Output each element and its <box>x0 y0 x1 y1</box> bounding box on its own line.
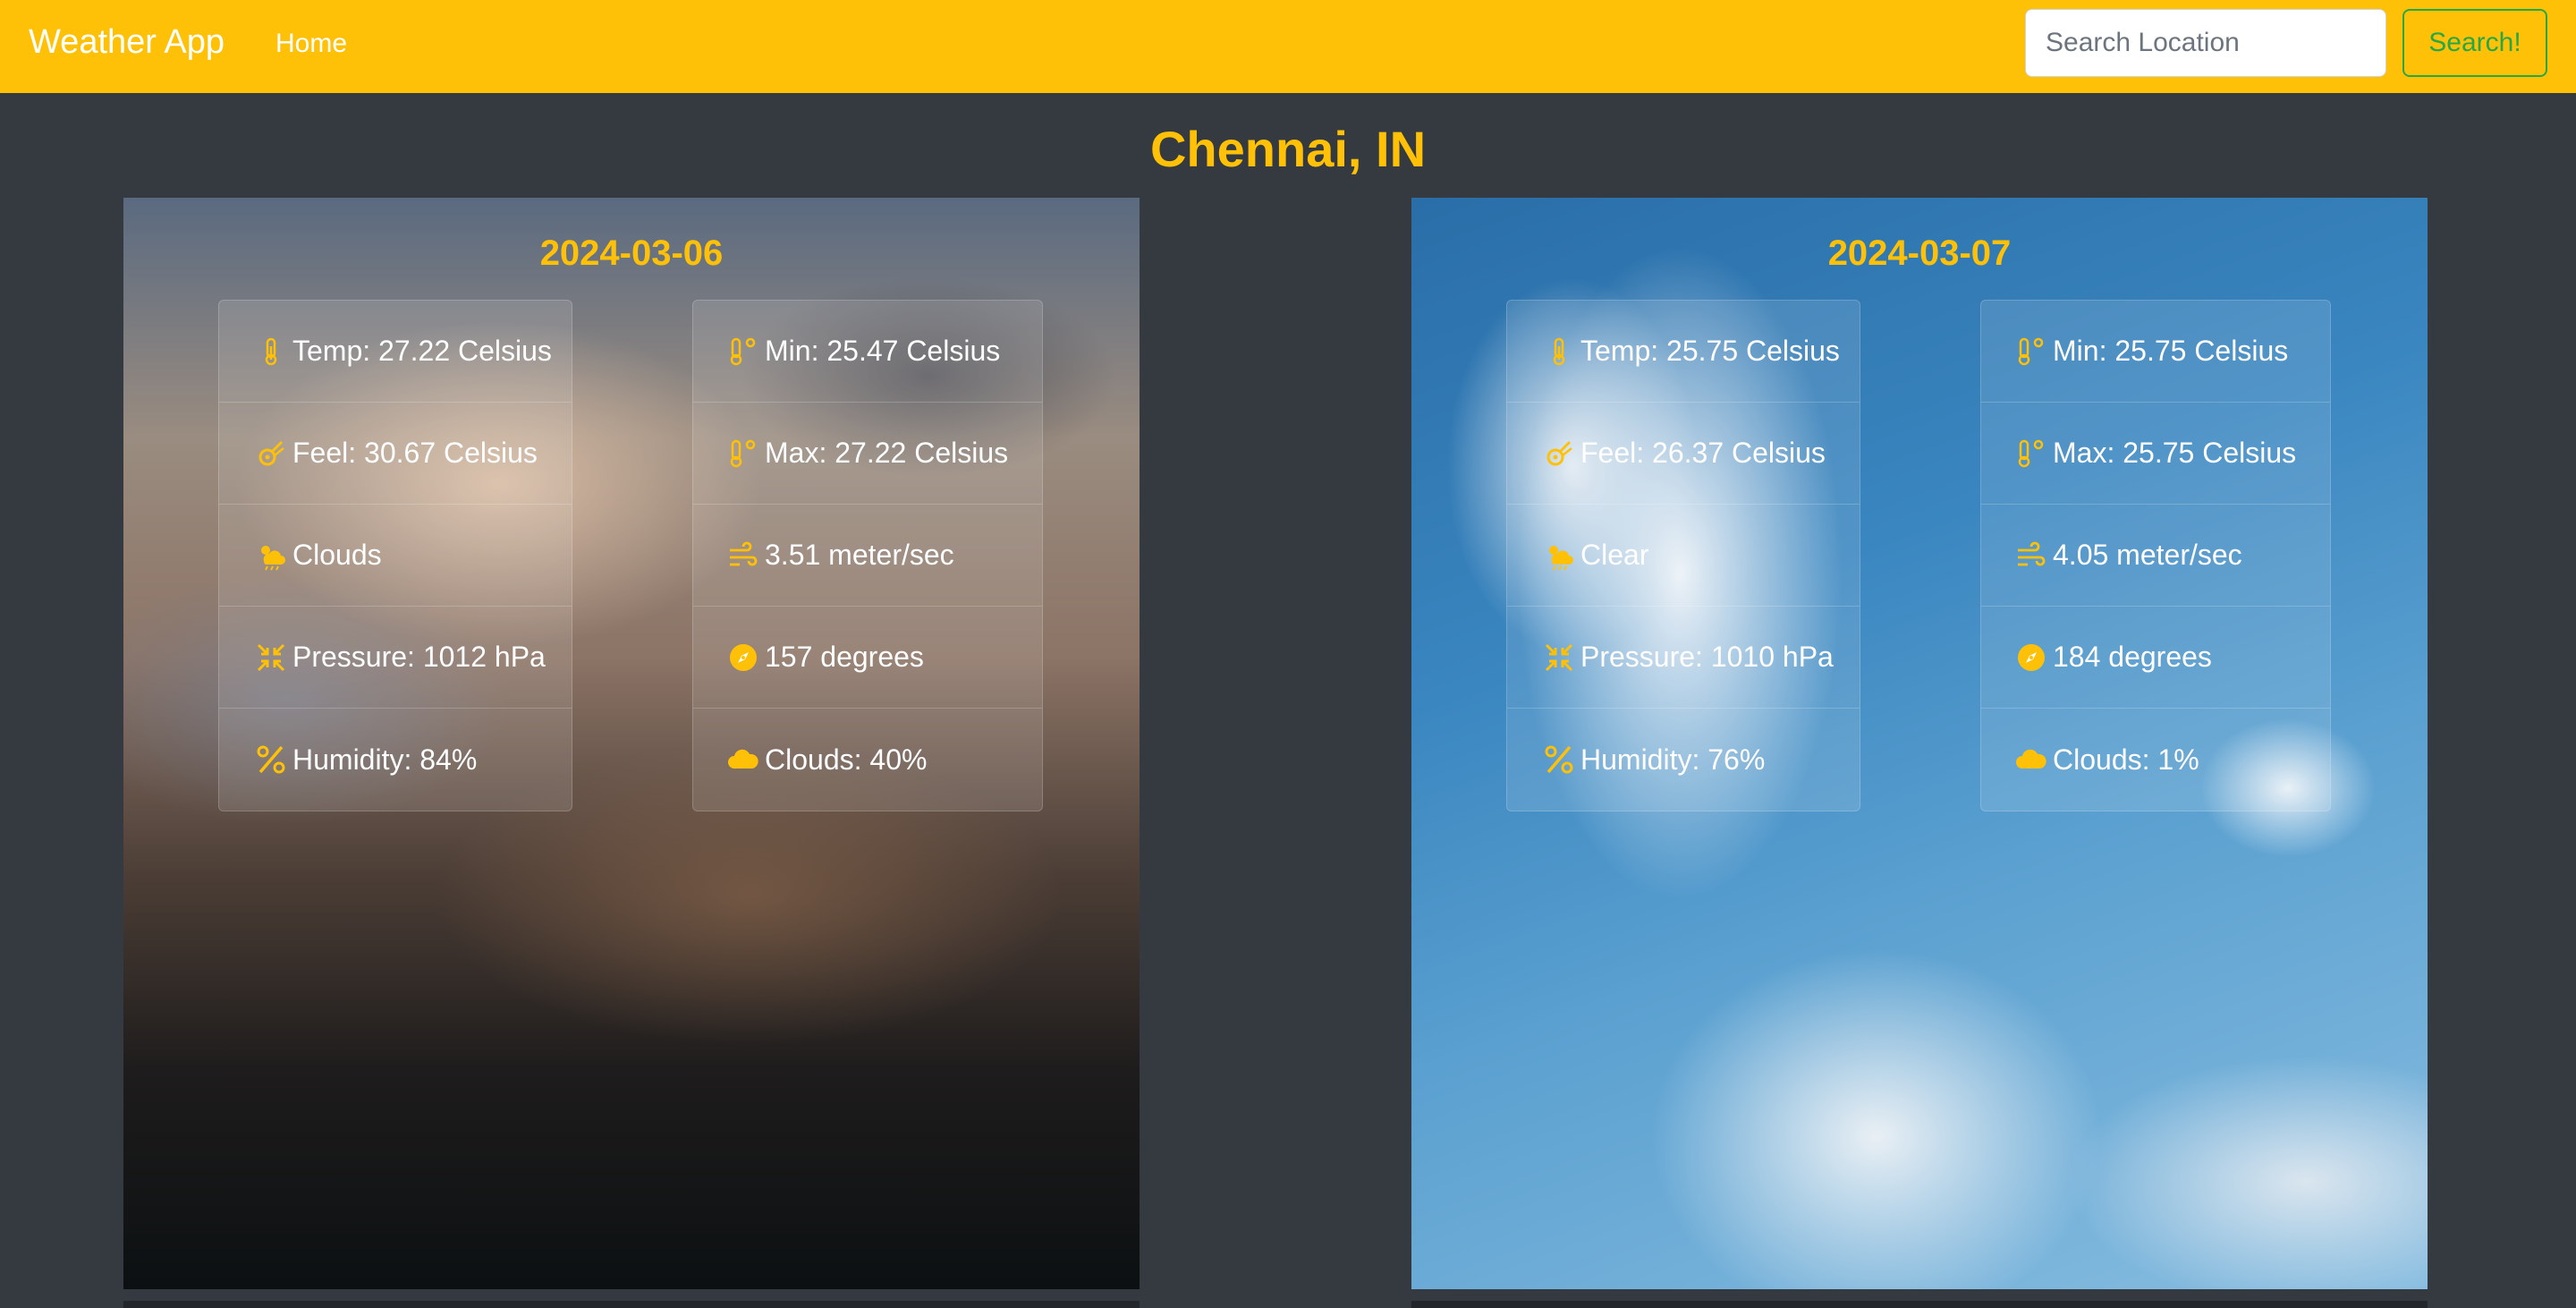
weather-item-label: Humidity: 84% <box>292 743 478 776</box>
nav-link-home[interactable]: Home <box>275 29 347 59</box>
weather-item-label: Clouds: 1% <box>2053 743 2199 776</box>
weather-item-label: Temp: 27.22 Celsius <box>292 335 552 367</box>
wind-icon <box>2015 539 2047 572</box>
thermometer-degree-icon <box>727 437 759 470</box>
weather-item-label: Feel: 30.67 Celsius <box>292 437 538 469</box>
weather-item-label: Humidity: 76% <box>1580 743 1766 776</box>
percent-icon <box>1543 743 1575 776</box>
weather-item-label: Min: 25.75 Celsius <box>2053 335 2289 367</box>
weather-list-left: Temp: 25.75 Celsius Feel: 26.37 Celsius Cl… <box>1506 300 1860 811</box>
weather-item-label: Feel: 26.37 Celsius <box>1580 437 1826 469</box>
weather-item-label: Max: 27.22 Celsius <box>765 437 1009 469</box>
compress-arrows-icon <box>1543 641 1575 674</box>
weather-item-wind-deg: 184 degrees <box>1981 607 2330 709</box>
next-card-edge <box>123 1301 1140 1308</box>
weather-list-left: Temp: 27.22 Celsius Feel: 30.67 Celsius Cl… <box>218 300 572 811</box>
weather-item-label: 4.05 meter/sec <box>2053 539 2242 571</box>
forecast-card: 2024-03-06 Temp: 27.22 Celsius Feel: 30.67… <box>123 198 1140 1289</box>
compass-icon <box>2015 641 2047 674</box>
weather-item-clouds: Clouds: 40% <box>693 709 1042 811</box>
weather-item-temp: Temp: 25.75 Celsius <box>1507 301 1860 403</box>
weather-item-pressure: Pressure: 1010 hPa <box>1507 607 1860 709</box>
weather-item-clouds: Clouds: 1% <box>1981 709 2330 811</box>
weather-item-condition: Clouds <box>219 505 572 607</box>
weather-item-min: Min: 25.47 Celsius <box>693 301 1042 403</box>
navbar: Weather App Home Search! <box>0 0 2576 93</box>
weather-item-label: Pressure: 1012 hPa <box>292 641 546 673</box>
weather-item-max: Max: 27.22 Celsius <box>693 403 1042 505</box>
forecast-date: 2024-03-07 <box>1827 234 2012 273</box>
weather-list-right: Min: 25.47 Celsius Max: 27.22 Celsius 3.51… <box>692 300 1043 811</box>
wind-icon <box>727 539 759 572</box>
weather-item-feel: Feel: 30.67 Celsius <box>219 403 572 505</box>
meteor-icon <box>1543 437 1575 470</box>
weather-item-label: 184 degrees <box>2053 641 2212 673</box>
weather-item-wind-speed: 4.05 meter/sec <box>1981 505 2330 607</box>
weather-item-humidity: Humidity: 76% <box>1507 709 1860 811</box>
brand-logo[interactable]: Weather App <box>29 23 225 62</box>
thermometer-icon <box>1543 335 1575 368</box>
weather-list-right: Min: 25.75 Celsius Max: 25.75 Celsius 4.05… <box>1980 300 2331 811</box>
weather-item-label: Clear <box>1580 539 1649 571</box>
search-input[interactable] <box>2025 9 2386 77</box>
cloud-icon <box>2015 743 2047 776</box>
weather-item-condition: Clear <box>1507 505 1860 607</box>
weather-item-min: Min: 25.75 Celsius <box>1981 301 2330 403</box>
next-card-edge <box>1411 1301 2428 1308</box>
weather-item-label: Clouds <box>292 539 382 571</box>
search-button[interactable]: Search! <box>2402 9 2547 77</box>
meteor-icon <box>255 437 287 470</box>
weather-item-pressure: Pressure: 1012 hPa <box>219 607 572 709</box>
weather-item-wind-deg: 157 degrees <box>693 607 1042 709</box>
weather-item-label: Max: 25.75 Celsius <box>2053 437 2297 469</box>
weather-item-max: Max: 25.75 Celsius <box>1981 403 2330 505</box>
weather-item-wind-speed: 3.51 meter/sec <box>693 505 1042 607</box>
forecast-card: 2024-03-07 Temp: 25.75 Celsius Feel: 26.37… <box>1411 198 2428 1289</box>
weather-item-humidity: Humidity: 84% <box>219 709 572 811</box>
compass-icon <box>727 641 759 674</box>
cloud-icon <box>727 743 759 776</box>
weather-item-label: Min: 25.47 Celsius <box>765 335 1001 367</box>
forecast-date: 2024-03-06 <box>539 234 724 273</box>
cloud-sun-rain-icon <box>1543 539 1575 572</box>
percent-icon <box>255 743 287 776</box>
compress-arrows-icon <box>255 641 287 674</box>
weather-item-label: 157 degrees <box>765 641 924 673</box>
thermometer-degree-icon <box>727 335 759 368</box>
weather-item-label: Pressure: 1010 hPa <box>1580 641 1834 673</box>
weather-item-temp: Temp: 27.22 Celsius <box>219 301 572 403</box>
weather-item-label: Temp: 25.75 Celsius <box>1580 335 1840 367</box>
cloud-sun-rain-icon <box>255 539 287 572</box>
location-title: Chennai, IN <box>1149 121 1427 177</box>
weather-item-feel: Feel: 26.37 Celsius <box>1507 403 1860 505</box>
thermometer-icon <box>255 335 287 368</box>
thermometer-degree-icon <box>2015 335 2047 368</box>
thermometer-degree-icon <box>2015 437 2047 470</box>
weather-item-label: 3.51 meter/sec <box>765 539 954 571</box>
weather-item-label: Clouds: 40% <box>765 743 928 776</box>
